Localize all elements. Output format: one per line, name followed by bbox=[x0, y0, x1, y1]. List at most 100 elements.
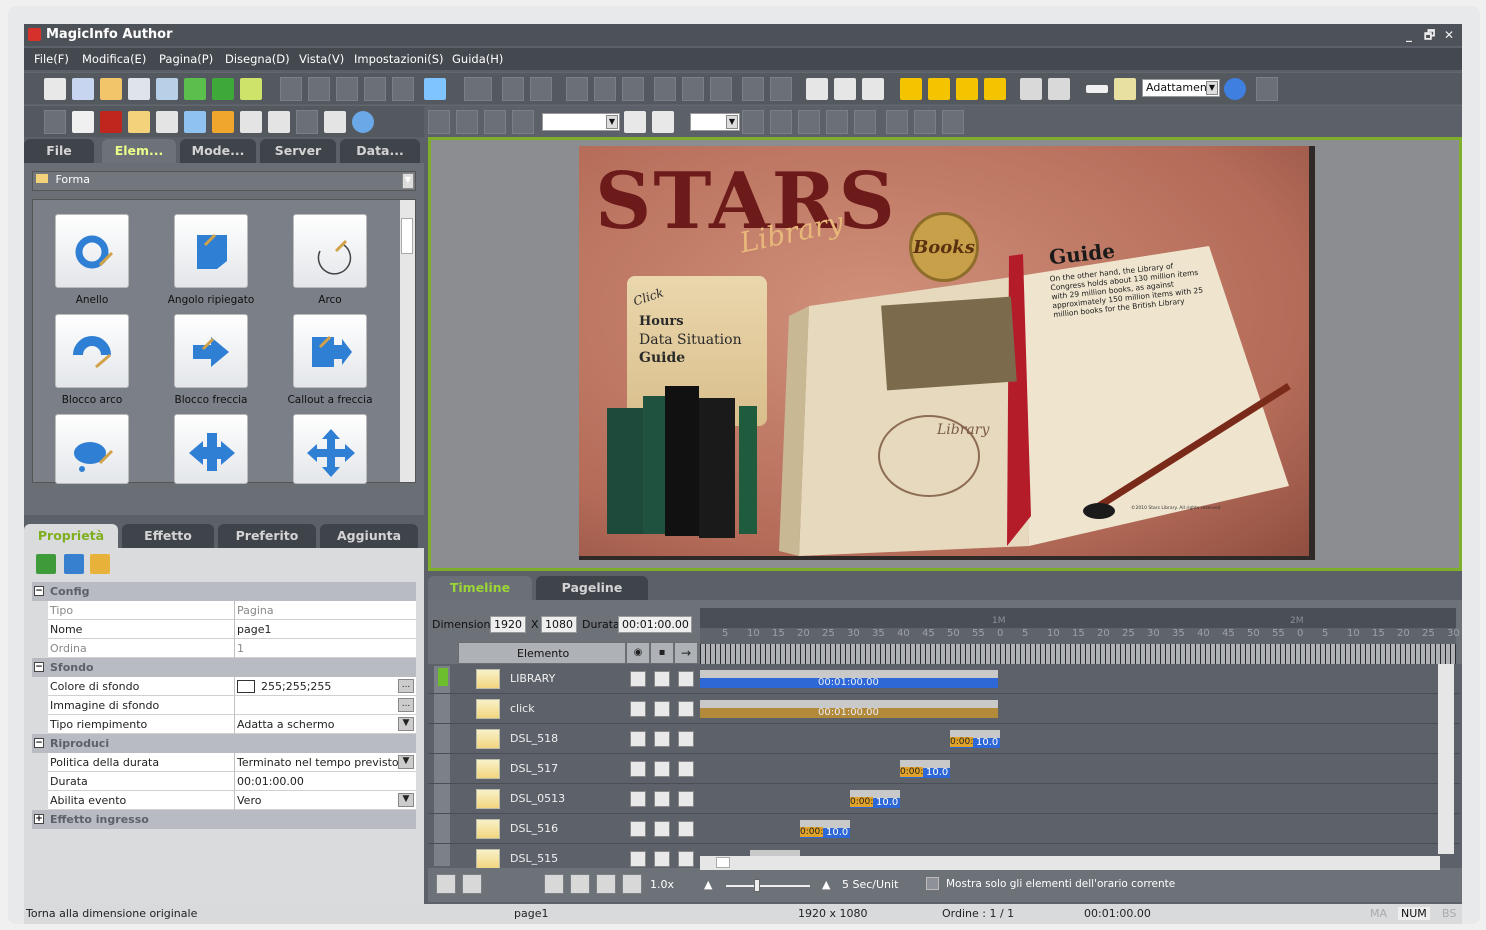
distribute-h-icon[interactable] bbox=[742, 77, 764, 101]
flash-icon[interactable] bbox=[100, 111, 122, 133]
visibility-col-icon[interactable]: ◉ bbox=[626, 642, 650, 664]
align-bottom-icon[interactable] bbox=[710, 77, 732, 101]
timeline-row[interactable]: click 00:01:00.00 bbox=[428, 694, 1460, 724]
same-size-icon[interactable] bbox=[862, 78, 884, 100]
prop-politica[interactable]: Politica della durata Terminato nel tempo… bbox=[32, 753, 416, 772]
books-seal[interactable]: Books bbox=[909, 212, 979, 282]
menu-pagina[interactable]: Pagina(P) bbox=[159, 52, 213, 66]
time-bar[interactable]: 00:01:00.00 bbox=[700, 670, 998, 688]
gallery-scrollbar[interactable] bbox=[400, 200, 415, 482]
template-icon[interactable] bbox=[72, 78, 94, 100]
lock-checkbox[interactable] bbox=[654, 671, 670, 687]
arrow-icon[interactable] bbox=[678, 701, 694, 717]
height-field[interactable]: 1080 bbox=[541, 616, 577, 633]
text-left-icon[interactable] bbox=[798, 110, 820, 134]
scroll-thumb[interactable] bbox=[401, 218, 413, 254]
save-as-icon[interactable] bbox=[156, 78, 178, 100]
bring-forward-icon[interactable] bbox=[928, 78, 950, 100]
stop-icon[interactable] bbox=[596, 874, 616, 894]
eye-icon[interactable] bbox=[630, 731, 646, 747]
help-pointer-icon[interactable] bbox=[1114, 78, 1136, 100]
play-page-icon[interactable] bbox=[212, 78, 234, 100]
chart-icon[interactable] bbox=[212, 111, 234, 133]
font-size-select[interactable]: ▼ bbox=[690, 113, 740, 131]
prop-durata[interactable]: Durata 00:01:00.00 bbox=[32, 772, 416, 791]
clapper-icon[interactable] bbox=[324, 111, 346, 133]
menu-vista[interactable]: Vista(V) bbox=[299, 52, 344, 66]
collapse-icon[interactable]: − bbox=[34, 738, 44, 748]
tab-modelli[interactable]: Mode... bbox=[180, 139, 256, 163]
cut-icon[interactable] bbox=[336, 77, 358, 101]
tab-server[interactable]: Server bbox=[260, 139, 336, 163]
text-style-1-icon[interactable] bbox=[428, 110, 450, 134]
chevron-down-icon[interactable]: ▼ bbox=[726, 115, 738, 129]
menu-guida[interactable]: Guida(H) bbox=[452, 52, 503, 66]
minimize-button[interactable]: _ bbox=[1406, 24, 1412, 46]
prop-value[interactable]: page1 bbox=[234, 620, 416, 639]
paste-icon[interactable] bbox=[392, 77, 414, 101]
play-icon[interactable] bbox=[184, 78, 206, 100]
timeline-row[interactable]: DSL_0513 0:00: 10.0 bbox=[428, 784, 1460, 814]
lock-checkbox[interactable] bbox=[654, 701, 670, 717]
undo-icon[interactable] bbox=[280, 77, 302, 101]
bring-front-icon[interactable] bbox=[900, 78, 922, 100]
shape-blocco-arco[interactable] bbox=[55, 314, 129, 388]
table-icon[interactable] bbox=[268, 111, 290, 133]
align-top-icon[interactable] bbox=[654, 77, 676, 101]
valign-bottom-icon[interactable] bbox=[942, 110, 964, 134]
prop-value-wrap[interactable]: Vero ▼ bbox=[234, 791, 416, 810]
valign-top-icon[interactable] bbox=[886, 110, 908, 134]
shape-quad-arrow[interactable] bbox=[293, 414, 367, 484]
shape-cloud[interactable] bbox=[55, 414, 129, 484]
fast-forward-icon[interactable] bbox=[622, 874, 642, 894]
prop-nome[interactable]: Nome page1 bbox=[32, 620, 416, 639]
image-icon[interactable] bbox=[128, 111, 150, 133]
book-image[interactable] bbox=[769, 186, 1309, 556]
timeline-row[interactable]: DSL_516 0:00: 10.0 bbox=[428, 814, 1460, 844]
shape-anello[interactable] bbox=[55, 214, 129, 288]
media-icon[interactable] bbox=[184, 111, 206, 133]
width-field[interactable]: 1920 bbox=[490, 616, 526, 633]
arrow-icon[interactable] bbox=[678, 791, 694, 807]
text-style-2-icon[interactable] bbox=[456, 110, 478, 134]
play-timeline-icon[interactable] bbox=[570, 874, 590, 894]
align-left-icon[interactable] bbox=[566, 77, 588, 101]
chevron-down-icon[interactable]: ▼ bbox=[402, 173, 414, 189]
rewind-icon[interactable] bbox=[544, 874, 564, 894]
scale-slider-thumb[interactable] bbox=[754, 879, 760, 892]
chevron-down-icon[interactable]: ▼ bbox=[398, 793, 414, 807]
lock-checkbox[interactable] bbox=[654, 731, 670, 747]
events-icon[interactable] bbox=[64, 554, 84, 574]
tab-preferito[interactable]: Preferito bbox=[218, 524, 316, 548]
time-bar[interactable]: 0:00: 10.0 bbox=[950, 730, 1000, 748]
shape-arco[interactable] bbox=[293, 214, 367, 288]
menu-file[interactable]: File(F) bbox=[34, 52, 69, 66]
color-swatch[interactable] bbox=[237, 680, 255, 693]
ungroup-icon[interactable] bbox=[530, 77, 552, 101]
section-config[interactable]: − Config bbox=[32, 582, 416, 601]
timeline-row[interactable]: DSL_517 0:00: 10.0 bbox=[428, 754, 1460, 784]
close-button[interactable]: ✕ bbox=[1444, 24, 1454, 46]
hand-icon[interactable] bbox=[72, 111, 94, 133]
collapse-icon[interactable]: − bbox=[34, 662, 44, 672]
text-icon[interactable] bbox=[296, 110, 318, 134]
more-button[interactable]: ... bbox=[398, 698, 414, 712]
arrow-icon[interactable] bbox=[678, 821, 694, 837]
sort-icon[interactable] bbox=[90, 554, 110, 574]
shape-angolo-ripiegato[interactable] bbox=[174, 214, 248, 288]
font-grow-icon[interactable] bbox=[742, 110, 764, 134]
same-width-icon[interactable] bbox=[806, 78, 828, 100]
redo-icon[interactable] bbox=[308, 77, 330, 101]
time-bar[interactable]: 0:00: 10.0 bbox=[900, 760, 950, 778]
info-icon[interactable] bbox=[1224, 78, 1246, 100]
lock-col-icon[interactable]: ▪ bbox=[650, 642, 674, 664]
arrow-icon[interactable] bbox=[678, 761, 694, 777]
web-icon[interactable] bbox=[352, 111, 374, 133]
prop-immagine[interactable]: Immagine di sfondo... bbox=[32, 696, 416, 715]
tab-data[interactable]: Data... bbox=[340, 139, 420, 163]
menu-disegna[interactable]: Disegna(D) bbox=[225, 52, 290, 66]
align-right-icon[interactable] bbox=[622, 77, 644, 101]
chevron-down-icon[interactable]: ▼ bbox=[398, 717, 414, 731]
copy-icon[interactable] bbox=[364, 77, 386, 101]
prop-value-wrap[interactable]: Terminato nel tempo previsto ▼ bbox=[234, 753, 416, 772]
